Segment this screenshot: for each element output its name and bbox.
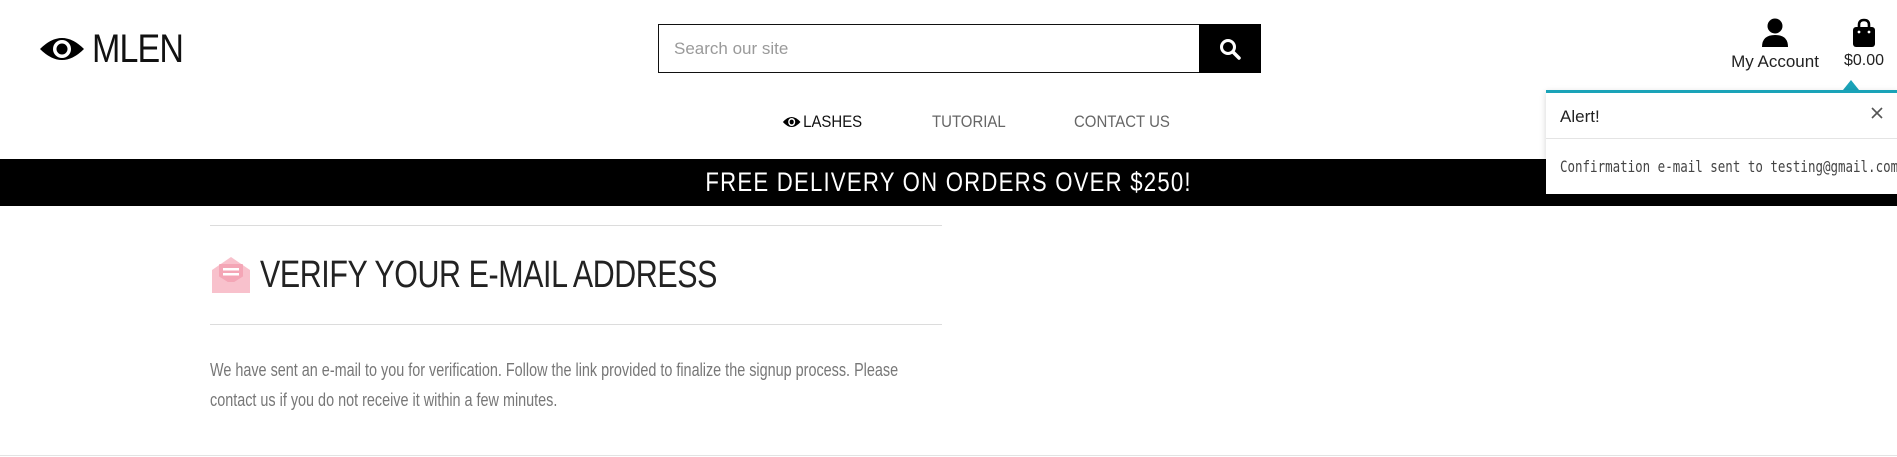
my-account-link[interactable]: My Account <box>1710 18 1840 72</box>
page-heading: VERIFY YOUR E-MAIL ADDRESS <box>210 226 942 324</box>
alert-title: Alert! <box>1560 107 1600 126</box>
search-button[interactable] <box>1199 24 1261 73</box>
logo-text: MLEN <box>92 26 184 71</box>
my-account-label: My Account <box>1731 52 1819 71</box>
cart-total: $0.00 <box>1843 52 1885 69</box>
verification-message: We have sent an e-mail to you for verifi… <box>210 360 899 410</box>
cart-link[interactable]: $0.00 <box>1836 18 1892 70</box>
divider <box>210 324 942 325</box>
nav-item-label: LASHES <box>803 112 863 131</box>
nav-item-tutorial[interactable]: TUTORIAL <box>932 112 1006 132</box>
user-icon <box>1762 18 1788 47</box>
alert-message: Confirmation e-mail sent to testing@gmai… <box>1560 157 1897 176</box>
alert-header: Alert! <box>1546 93 1897 139</box>
nav-item-label: CONTACT US <box>1074 112 1170 131</box>
eye-logo-icon <box>40 38 84 60</box>
footer-divider <box>0 455 1897 456</box>
alert-popup: Alert! Confirmation e-mail sent to testi… <box>1546 90 1897 194</box>
eye-icon <box>782 117 801 127</box>
nav-item-contact-us[interactable]: CONTACT US <box>1074 112 1170 132</box>
search-icon <box>1220 38 1241 60</box>
promo-banner-text: FREE DELIVERY ON ORDERS OVER $250! <box>705 167 1192 197</box>
site-logo[interactable]: MLEN <box>38 26 199 72</box>
close-icon[interactable] <box>1867 103 1887 123</box>
nav-item-lashes[interactable]: LASHES <box>782 112 862 132</box>
page-title: VERIFY YOUR E-MAIL ADDRESS <box>260 253 717 296</box>
nav-item-label: TUTORIAL <box>932 112 1006 131</box>
shopping-bag-icon <box>1853 18 1875 47</box>
search-input[interactable] <box>658 24 1199 73</box>
alert-caret <box>1843 80 1859 90</box>
mail-open-icon <box>212 257 250 293</box>
search-bar <box>658 24 1261 73</box>
site-header: MLEN My Account $0.00 <box>0 0 1897 100</box>
verify-email-section: VERIFY YOUR E-MAIL ADDRESS We have sent … <box>210 225 942 415</box>
